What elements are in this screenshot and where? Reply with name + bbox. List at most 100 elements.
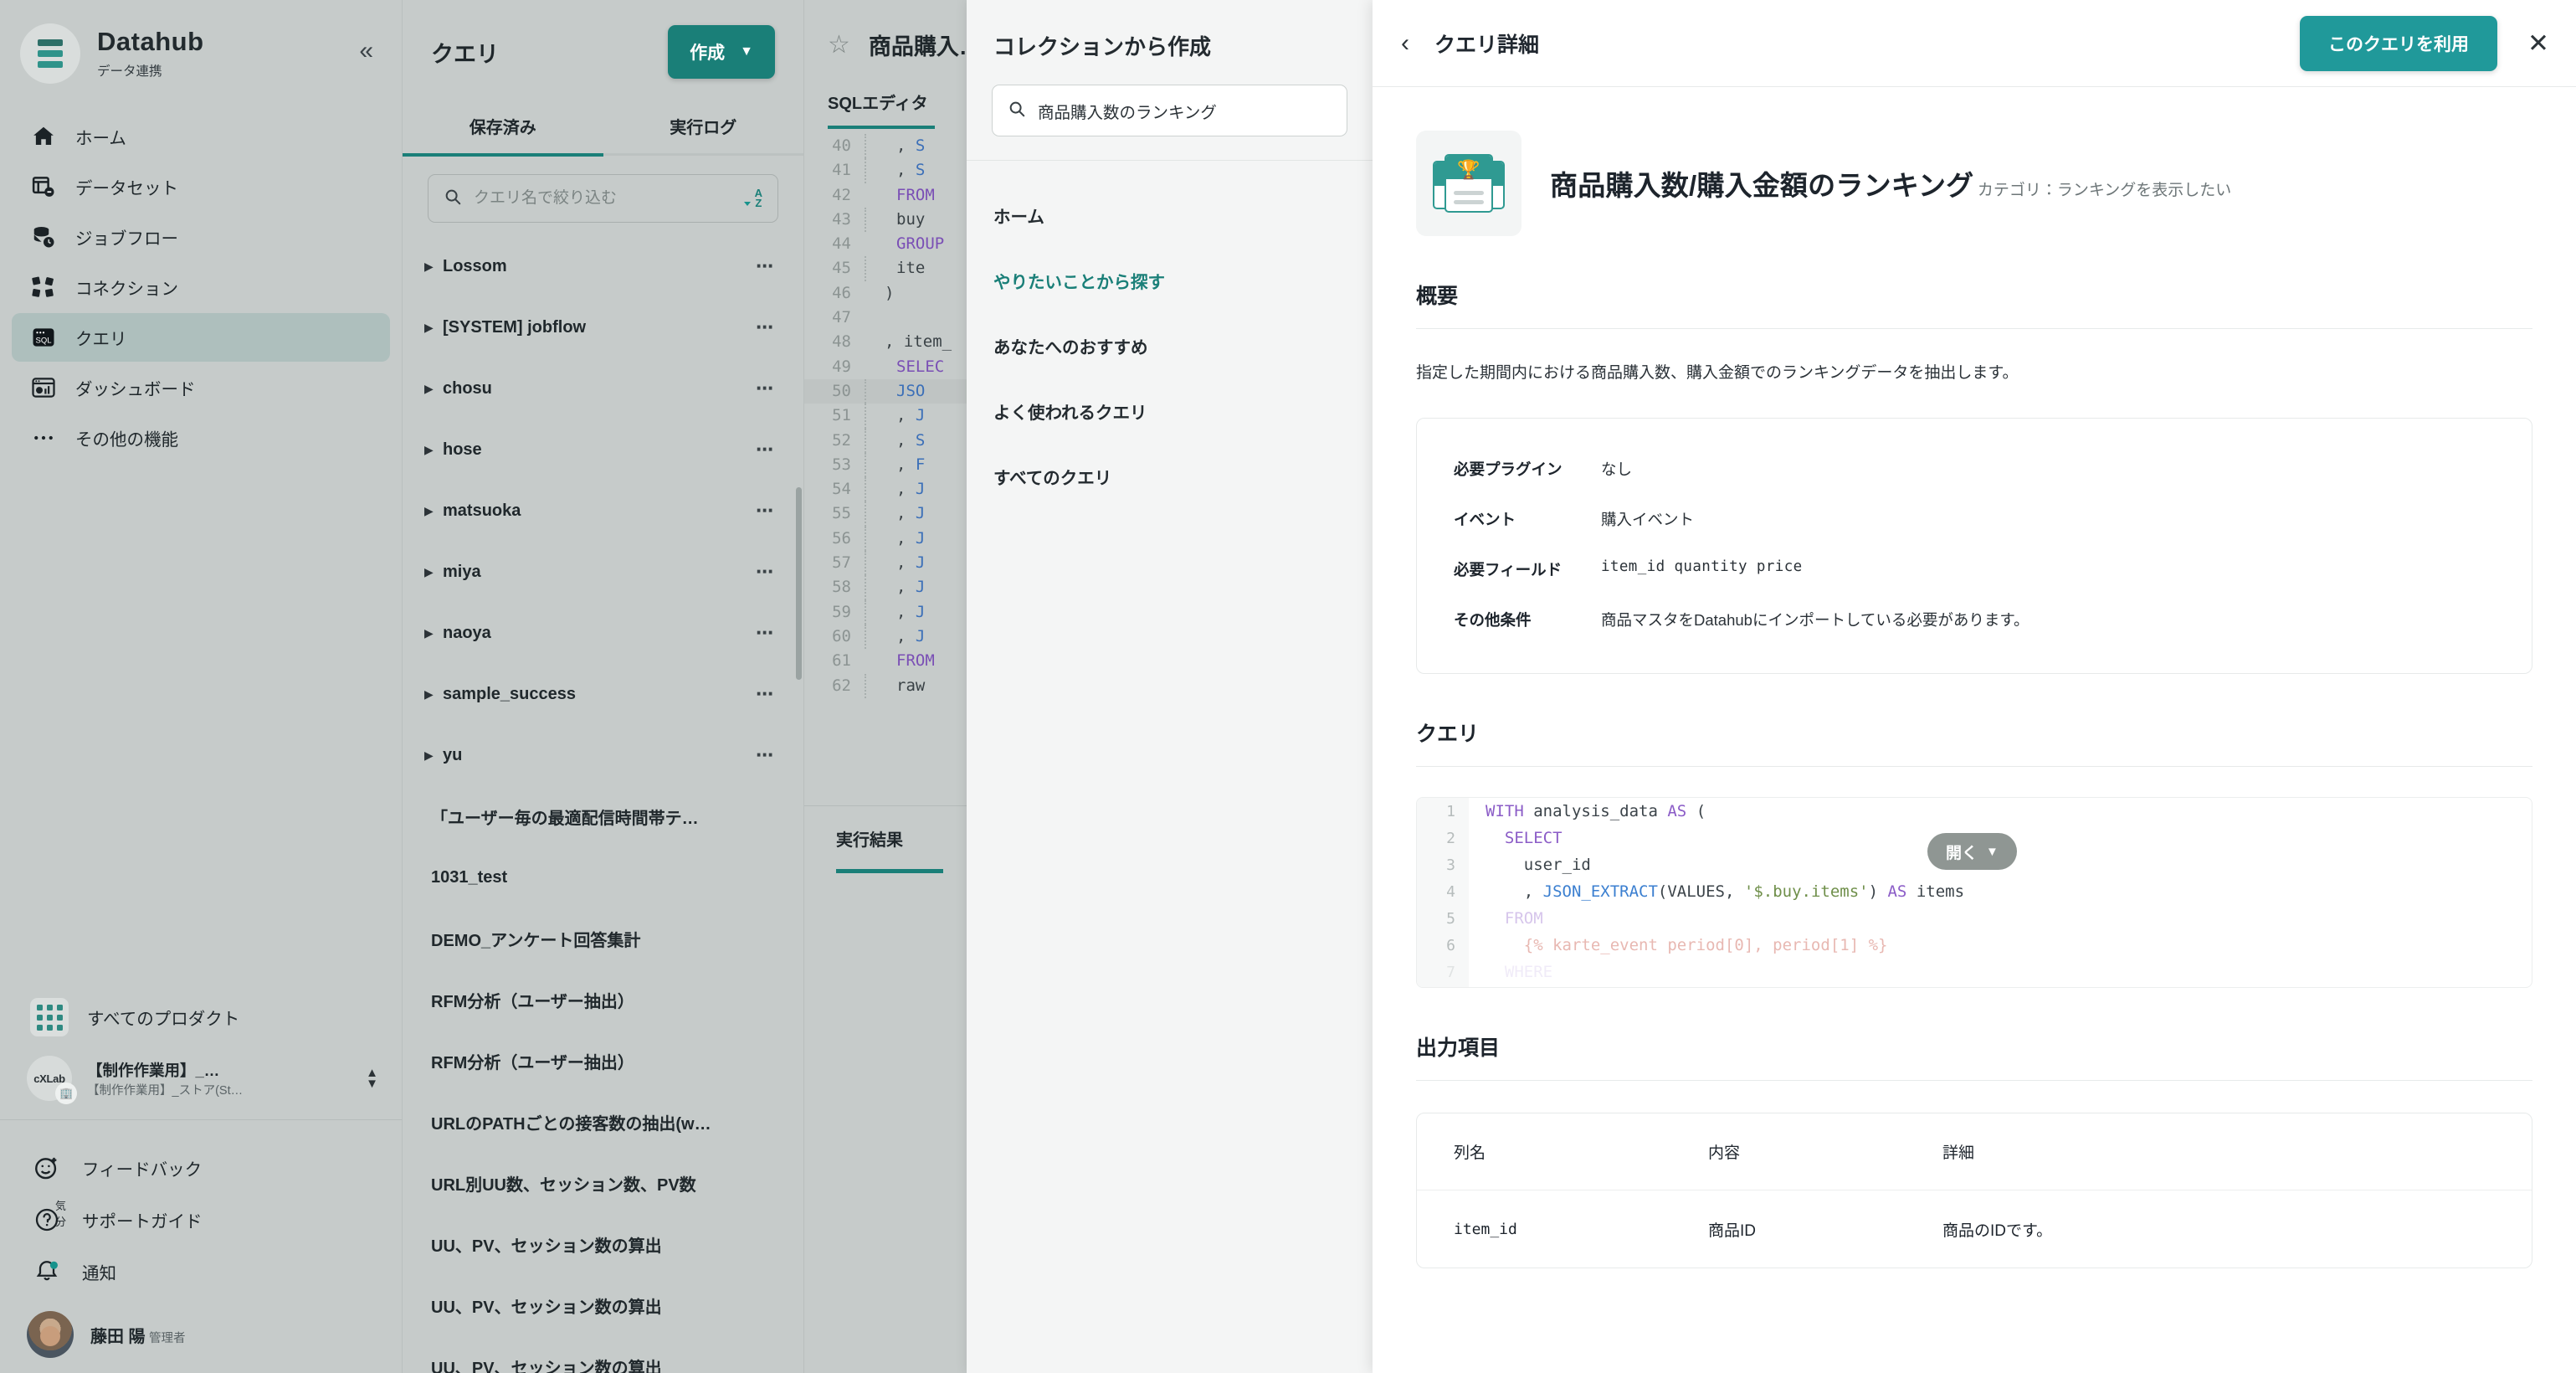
query-search-box[interactable]: AZ	[428, 174, 778, 224]
more-actions-icon[interactable]: ⋯	[756, 747, 775, 764]
more-actions-icon[interactable]: ⋯	[756, 686, 775, 702]
create-query-button[interactable]: 作成 ▼	[668, 25, 775, 79]
user-menu[interactable]: 藤田 陽 管理者	[0, 1298, 402, 1358]
table-header-row: 列名 内容 詳細	[1417, 1113, 2532, 1191]
left-sidebar: Datahub データ連携 « ホーム データセット ジョブフロー コネクション…	[0, 0, 402, 1373]
close-icon[interactable]: ✕	[2527, 30, 2549, 56]
collection-search-box[interactable]	[992, 85, 1347, 136]
query-group-name: Lossom	[443, 257, 507, 276]
sidebar-item-label: コネクション	[75, 280, 178, 299]
query-group[interactable]: ▶ miya ⋯	[403, 542, 803, 603]
line-number: 2	[1446, 829, 1455, 847]
tab-runlog[interactable]: 実行ログ	[603, 102, 804, 153]
sidebar-item-connection[interactable]: コネクション	[12, 263, 390, 311]
mood-face-icon: 気分	[30, 1154, 66, 1228]
query-group[interactable]: ▶ naoya ⋯	[403, 603, 803, 664]
star-outline-icon[interactable]: ☆	[828, 32, 850, 58]
line-number: 57	[832, 553, 851, 573]
sidebar-item-query[interactable]: SQL クエリ	[12, 313, 390, 362]
collection-nav-popular[interactable]: よく使われるクエリ	[967, 378, 1373, 444]
tab-saved[interactable]: 保存済み	[403, 102, 603, 153]
detail-hero: 🏆 商品購入数/購入金額のランキング カテゴリ：ランキングを表示したい	[1373, 87, 2576, 236]
spec-key: 必要プラグイン	[1454, 460, 1563, 479]
code-line: 1 WITH analysis_data AS (	[1417, 798, 2532, 825]
chevron-left-icon[interactable]: ‹	[1401, 30, 1409, 56]
line-number: 44	[832, 234, 851, 254]
sidebar-item-label: 通知	[82, 1264, 116, 1283]
trophy-cards-icon: 🏆	[1416, 131, 1521, 236]
sidebar-nav: ホーム データセット ジョブフロー コネクション SQL クエリ ダッシュボード…	[0, 112, 402, 462]
more-actions-icon[interactable]: ⋯	[756, 319, 775, 336]
more-actions-icon[interactable]: ⋯	[756, 502, 775, 519]
store-switcher[interactable]: cXLab 🏢 【制作作業用】_… 【制作作業用】_ストア(St… ▲ ▼	[0, 1044, 402, 1119]
more-actions-icon[interactable]: ⋯	[756, 441, 775, 458]
use-query-button[interactable]: このクエリを利用	[2300, 15, 2498, 71]
spec-row: イベント 購入イベント	[1454, 494, 2495, 544]
list-item[interactable]: UU、PV、セッション数の算出	[403, 1336, 803, 1373]
collection-nav-all[interactable]: すべてのクエリ	[967, 444, 1373, 509]
sidebar-item-dataset[interactable]: データセット	[12, 162, 390, 211]
sidebar-item-support[interactable]: サポートガイド	[0, 1194, 402, 1246]
query-tabs-underline	[403, 153, 803, 157]
collection-nav-recommended[interactable]: あなたへのおすすめ	[967, 313, 1373, 378]
query-section: クエリ 1 WITH analysis_data AS ( 2 SELECT 3 …	[1373, 674, 2576, 989]
section-rule	[1416, 1080, 2532, 1082]
query-list[interactable]: ▶ Lossom ⋯ ▶ [SYSTEM] jobflow ⋯ ▶ chosu …	[403, 236, 803, 1373]
sidebar-item-dashboard[interactable]: ダッシュボード	[12, 363, 390, 412]
expand-query-button[interactable]: 開く ▼	[1927, 833, 2017, 871]
list-item[interactable]: URLのPATHごとの接客数の抽出(w…	[403, 1092, 803, 1153]
tab-sql-editor[interactable]: SQLエディタ	[828, 90, 928, 126]
chevron-double-left-icon[interactable]: «	[359, 39, 373, 64]
more-actions-icon[interactable]: ⋯	[756, 380, 775, 397]
list-item[interactable]: UU、PV、セッション数の算出	[403, 1275, 803, 1336]
grid-apps-icon	[30, 998, 69, 1036]
user-role: 管理者	[149, 1331, 186, 1345]
more-actions-icon[interactable]: ⋯	[756, 563, 775, 580]
more-actions-icon[interactable]: ⋯	[756, 625, 775, 641]
sidebar-item-more[interactable]: その他の機能	[12, 414, 390, 462]
query-group[interactable]: ▶ yu ⋯	[403, 725, 803, 786]
collection-nav-explore[interactable]: やりたいことから探す	[967, 248, 1373, 313]
list-item[interactable]: DEMO_アンケート回答集計	[403, 908, 803, 969]
query-group[interactable]: ▶ [SYSTEM] jobflow ⋯	[403, 297, 803, 358]
line-number: 43	[832, 209, 851, 229]
query-group[interactable]: ▶ hose ⋯	[403, 419, 803, 481]
sidebar-item-jobflow[interactable]: ジョブフロー	[12, 213, 390, 261]
sidebar-item-label: フィードバック	[82, 1160, 203, 1180]
avatar	[27, 1311, 74, 1358]
sidebar-item-feedback[interactable]: 気分 フィードバック	[0, 1142, 402, 1228]
list-item[interactable]: URL別UU数、セッション数、PV数	[403, 1153, 803, 1214]
list-item[interactable]: RFM分析（ユーザー抽出）	[403, 1031, 803, 1092]
list-item[interactable]: UU、PV、セッション数の算出	[403, 1214, 803, 1275]
query-list-scrollbar[interactable]	[796, 487, 802, 681]
cell-column-name: item_id	[1454, 1220, 1517, 1238]
line-number: 58	[832, 578, 851, 597]
more-actions-icon[interactable]: ⋯	[756, 258, 775, 275]
all-products-button[interactable]: すべてのプロダクト	[0, 990, 402, 1044]
store-caret-icon[interactable]: ▲ ▼	[366, 1067, 378, 1091]
line-number: 5	[1446, 909, 1455, 928]
sidebar-item-home[interactable]: ホーム	[12, 112, 390, 161]
query-group[interactable]: ▶ Lossom ⋯	[403, 236, 803, 297]
detail-header-title: クエリ詳細	[1434, 33, 1540, 57]
line-number: 47	[832, 308, 851, 327]
sort-az-icon[interactable]: AZ	[742, 188, 762, 209]
query-group[interactable]: ▶ chosu ⋯	[403, 358, 803, 419]
chevron-right-icon: ▶	[424, 748, 434, 763]
sidebar-item-notifications[interactable]: 通知	[0, 1246, 402, 1298]
overview-section: 概要 指定した期間内における商品購入数、購入金額でのランキングデータを抽出します…	[1373, 236, 2576, 675]
query-group[interactable]: ▶ sample_success ⋯	[403, 664, 803, 725]
collection-search-input[interactable]	[1038, 100, 1332, 121]
chevron-right-icon: ▶	[424, 504, 434, 518]
query-code-preview[interactable]: 1 WITH analysis_data AS ( 2 SELECT 3 user…	[1416, 797, 2532, 989]
sidebar-item-label: サポートガイド	[82, 1212, 203, 1232]
line-number: 42	[832, 185, 851, 204]
line-number: 4	[1446, 882, 1455, 901]
search-input[interactable]	[474, 189, 731, 208]
query-panel-header: クエリ 作成 ▼	[403, 0, 803, 79]
collection-nav-home[interactable]: ホーム	[967, 183, 1373, 248]
query-group[interactable]: ▶ matsuoka ⋯	[403, 481, 803, 542]
list-item[interactable]: 「ユーザー毎の最適配信時間帯テ…	[403, 786, 803, 847]
list-item[interactable]: 1031_test	[403, 847, 803, 908]
list-item[interactable]: RFM分析（ユーザー抽出）	[403, 969, 803, 1031]
